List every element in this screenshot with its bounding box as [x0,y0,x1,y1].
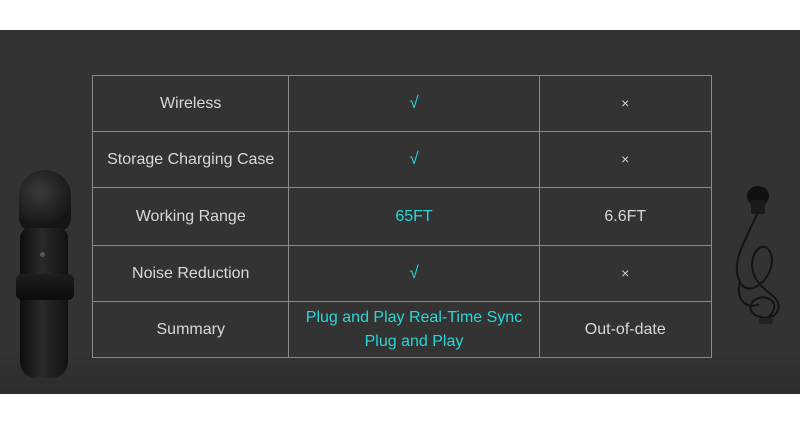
product-summary-line1: Plug and Play Real-Time Sync [305,308,523,326]
microphone-windscreen [19,170,71,232]
other-summary: Out-of-date [538,301,713,358]
table-row: Working Range 65FT 6.6FT [91,187,713,246]
wireless-microphone-image [14,170,76,380]
product-summary: Plug and Play Real-Time Sync Plug and Pl… [288,301,540,358]
cross-icon: × [621,95,630,111]
microphone-body [20,228,68,378]
feature-summary: Summary [91,301,290,358]
table-row: Summary Plug and Play Real-Time Sync Plu… [91,301,713,358]
check-icon: √ [409,93,419,112]
other-working-range: 6.6FT [538,187,713,246]
feature-storage-charging-case: Storage Charging Case [91,131,290,188]
check-icon: √ [409,149,419,168]
table-row: Wireless √ × [91,75,713,132]
comparison-table: Wireless √ × Storage Charging Case √ × W… [91,75,713,358]
microphone-led [40,252,45,257]
cross-icon: × [621,151,630,167]
check-icon: √ [409,263,419,282]
wired-microphone-image [735,186,780,324]
product-summary-line2: Plug and Play [364,332,464,350]
product-working-range: 65FT [288,187,540,246]
feature-noise-reduction: Noise Reduction [91,245,290,302]
table-row: Storage Charging Case √ × [91,131,713,188]
feature-wireless: Wireless [91,75,290,132]
microphone-clip [16,274,74,300]
feature-working-range: Working Range [91,187,290,246]
table-row: Noise Reduction √ × [91,245,713,302]
cross-icon: × [621,265,630,281]
